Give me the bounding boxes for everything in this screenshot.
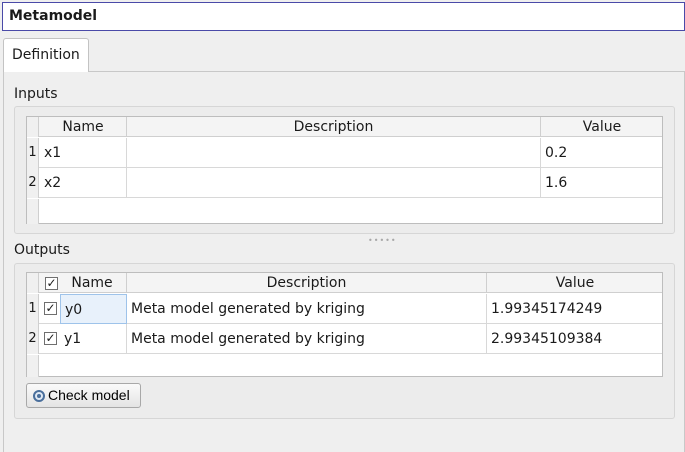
row-number: 2 <box>27 324 39 354</box>
row-header-filler <box>27 355 39 377</box>
column-header-value[interactable]: Value <box>541 117 663 137</box>
cell-description[interactable] <box>127 168 541 198</box>
column-header-description[interactable]: Description <box>127 273 487 293</box>
cell-description[interactable] <box>127 138 541 168</box>
cell-name[interactable]: y1 <box>60 324 127 354</box>
cell-description[interactable]: Meta model generated by kriging <box>127 324 487 354</box>
splitter-handle[interactable]: ••••• <box>368 236 397 245</box>
row-number: 2 <box>27 168 39 198</box>
output-checkbox[interactable]: ✓ <box>44 332 57 345</box>
row-header-filler <box>27 199 39 224</box>
outputs-table-header: ✓ Name Description Value <box>27 273 662 293</box>
check-model-label: Check model <box>48 387 130 403</box>
inputs-group-title: Inputs <box>14 86 58 102</box>
inputs-table: Name Description Value 1 x1 0.2 2 x2 1.6 <box>26 116 663 224</box>
table-row[interactable]: 2 ✓ y1 Meta model generated by kriging 2… <box>27 324 662 354</box>
row-number: 1 <box>27 294 39 324</box>
header-corner <box>27 117 39 137</box>
cell-name[interactable]: y0 <box>60 294 127 324</box>
column-header-description[interactable]: Description <box>127 117 541 137</box>
cell-description[interactable]: Meta model generated by kriging <box>127 294 487 324</box>
outputs-group-title: Outputs <box>14 242 70 258</box>
cell-value[interactable]: 0.2 <box>541 138 663 168</box>
column-header-name[interactable]: Name <box>40 273 127 293</box>
table-row[interactable]: 1 x1 0.2 <box>27 138 662 168</box>
cell-value[interactable]: 1.99345174249 <box>487 294 663 324</box>
table-row[interactable]: 1 ✓ y0 Meta model generated by kriging 1… <box>27 294 662 324</box>
row-number: 1 <box>27 138 39 168</box>
cell-name[interactable]: x1 <box>40 138 127 168</box>
cell-value[interactable]: 2.99345109384 <box>487 324 663 354</box>
table-row[interactable]: 2 x2 1.6 <box>27 168 662 198</box>
tab-definition[interactable]: Definition <box>3 38 89 72</box>
output-checkbox[interactable]: ✓ <box>44 302 57 315</box>
inputs-table-header: Name Description Value <box>27 117 662 137</box>
header-corner <box>27 273 39 293</box>
gear-icon <box>33 390 45 402</box>
outputs-table: ✓ Name Description Value 1 ✓ y0 Meta mod… <box>26 272 663 377</box>
column-header-name[interactable]: Name <box>40 117 127 137</box>
cell-value[interactable]: 1.6 <box>541 168 663 198</box>
window-title: Metamodel <box>2 2 685 31</box>
check-model-button[interactable]: Check model <box>26 383 141 408</box>
cell-name[interactable]: x2 <box>40 168 127 198</box>
column-header-value[interactable]: Value <box>487 273 663 293</box>
